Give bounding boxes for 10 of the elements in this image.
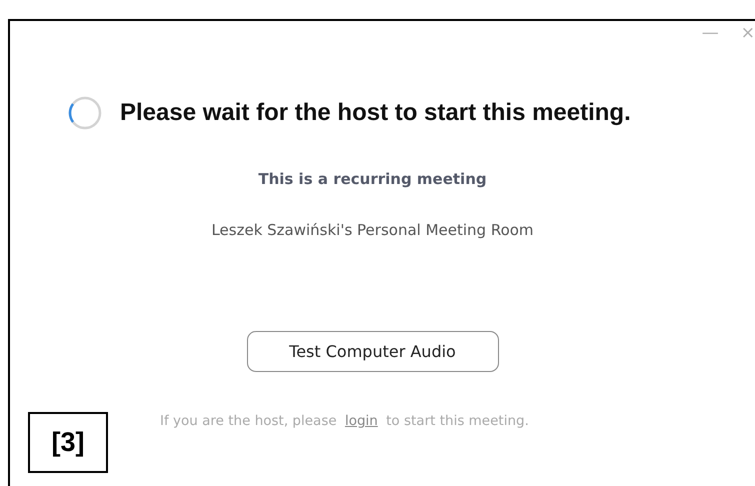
host-login-text: If you are the host, please login to start this meeting. [160,413,530,429]
test-audio-button[interactable]: Test Computer Audio [246,331,498,372]
meeting-type-text: This is a recurring meeting [257,170,488,188]
loading-spinner-icon [68,96,102,130]
wait-heading: Please wait for the host to start this meeting. [120,99,631,127]
login-link[interactable]: login [344,413,378,429]
close-icon[interactable]: × [740,23,755,45]
annotation-label: [3] [28,412,108,473]
meeting-room-name: Leszek Szawiński's Personal Meeting Room [210,221,535,239]
minimize-icon[interactable]: — [702,23,719,45]
